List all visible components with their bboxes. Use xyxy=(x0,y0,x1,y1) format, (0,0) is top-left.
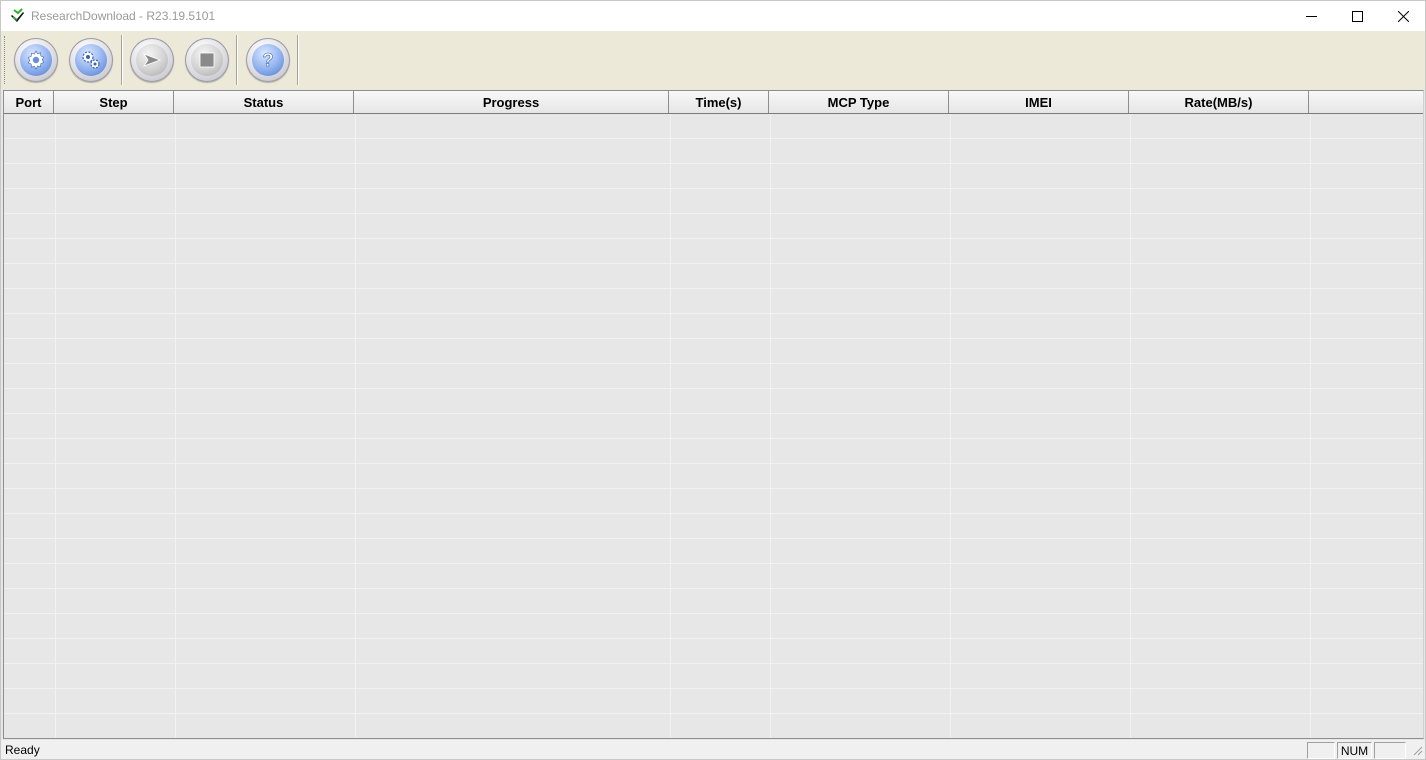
grid-row-line xyxy=(4,438,1423,439)
app-icon xyxy=(11,8,24,22)
column-header-status[interactable]: Status xyxy=(174,91,354,113)
grid-column-line xyxy=(175,114,176,738)
status-pane-num: NUM xyxy=(1337,742,1372,759)
maximize-icon xyxy=(1351,10,1363,22)
grid-row-line xyxy=(4,513,1423,514)
grid-row-line xyxy=(4,538,1423,539)
grid-row-line xyxy=(4,713,1423,714)
grid-row-line xyxy=(4,163,1423,164)
grid-row-line xyxy=(4,638,1423,639)
gears-icon xyxy=(82,51,100,69)
minimize-button[interactable] xyxy=(1288,1,1334,31)
question-mark-icon: ? xyxy=(262,50,274,71)
grid-row-line xyxy=(4,488,1423,489)
grid-column-line xyxy=(55,114,56,738)
column-header-time[interactable]: Time(s) xyxy=(669,91,769,113)
grid-column-line xyxy=(1310,114,1311,738)
grid-row-line xyxy=(4,338,1423,339)
grid-row-line xyxy=(4,413,1423,414)
close-button[interactable] xyxy=(1380,1,1426,31)
grid-row-line xyxy=(4,238,1423,239)
grid-row-line xyxy=(4,613,1423,614)
grid-column-line xyxy=(670,114,671,738)
status-pane-scroll xyxy=(1374,742,1406,759)
load-packet-button[interactable] xyxy=(14,38,58,82)
grid-column-line xyxy=(950,114,951,738)
grid-row-line xyxy=(4,138,1423,139)
column-header-progress[interactable]: Progress xyxy=(354,91,669,113)
window-title: ResearchDownload - R23.19.5101 xyxy=(31,9,216,23)
play-arrow-icon xyxy=(142,53,162,67)
toolbar: ? xyxy=(0,31,1426,89)
column-header-filler xyxy=(1309,91,1423,113)
column-header-imei[interactable]: IMEI xyxy=(949,91,1129,113)
settings-button[interactable] xyxy=(69,38,113,82)
start-download-button[interactable] xyxy=(130,38,174,82)
grid-column-line xyxy=(770,114,771,738)
stop-square-icon xyxy=(199,52,215,68)
close-icon xyxy=(1397,10,1409,22)
status-text: Ready xyxy=(5,743,40,757)
download-table: Port Step Status Progress Time(s) MCP Ty… xyxy=(0,89,1426,740)
title-bar[interactable]: ResearchDownload - R23.19.5101 xyxy=(0,0,1426,31)
column-header-port[interactable]: Port xyxy=(4,91,54,113)
grid-row-line xyxy=(4,263,1423,264)
grid-row-line xyxy=(4,388,1423,389)
grid-column-line xyxy=(1130,114,1131,738)
grid-row-line xyxy=(4,588,1423,589)
status-bar: Ready NUM xyxy=(0,740,1426,760)
table-body[interactable] xyxy=(4,114,1423,738)
toolbar-grip[interactable] xyxy=(4,36,6,84)
status-pane-caps xyxy=(1307,742,1335,759)
grid-row-line xyxy=(4,563,1423,564)
svg-text:?: ? xyxy=(263,50,274,70)
grid-row-line xyxy=(4,288,1423,289)
table-header: Port Step Status Progress Time(s) MCP Ty… xyxy=(4,91,1423,114)
minimize-icon xyxy=(1305,15,1317,17)
grid-row-line xyxy=(4,663,1423,664)
column-header-mcp-type[interactable]: MCP Type xyxy=(769,91,949,113)
toolbar-separator xyxy=(297,35,299,85)
grid-row-line xyxy=(4,363,1423,364)
grid-row-line xyxy=(4,463,1423,464)
grid-row-line xyxy=(4,688,1423,689)
stop-download-button[interactable] xyxy=(185,38,229,82)
grid-row-line xyxy=(4,213,1423,214)
resize-grip-icon[interactable] xyxy=(1411,744,1423,756)
maximize-button[interactable] xyxy=(1334,1,1380,31)
grid-row-line xyxy=(4,188,1423,189)
column-header-rate[interactable]: Rate(MB/s) xyxy=(1129,91,1309,113)
help-button[interactable]: ? xyxy=(246,38,290,82)
column-header-step[interactable]: Step xyxy=(54,91,174,113)
grid-column-line xyxy=(355,114,356,738)
toolbar-separator xyxy=(121,35,123,85)
gear-icon xyxy=(27,50,45,70)
toolbar-separator xyxy=(236,35,238,85)
grid-row-line xyxy=(4,313,1423,314)
